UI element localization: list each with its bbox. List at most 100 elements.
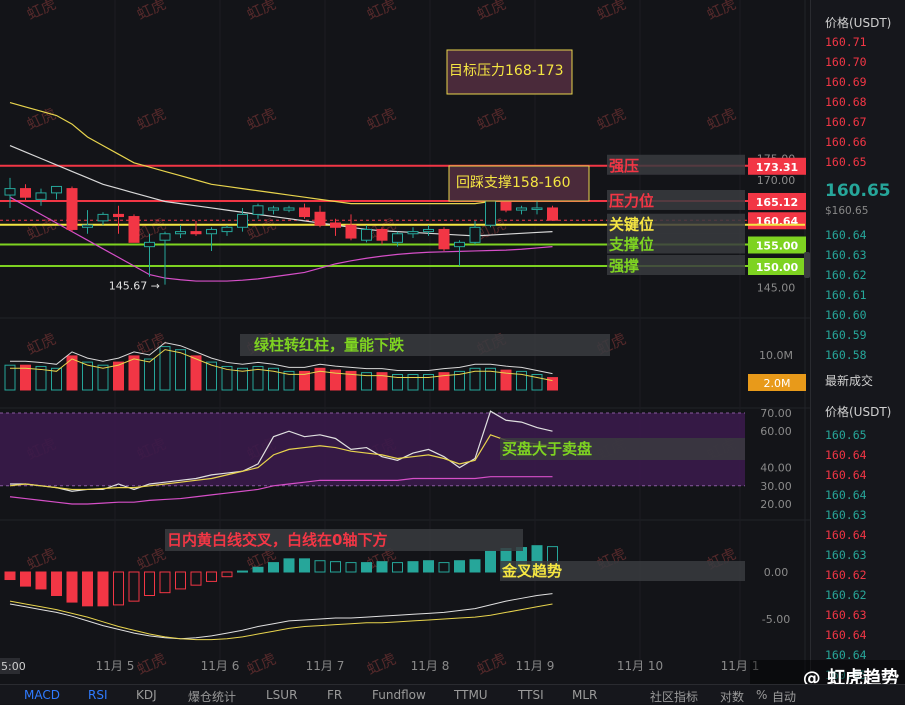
candle-body bbox=[175, 231, 186, 235]
macd-hist-bar bbox=[252, 566, 264, 573]
volume-bar bbox=[190, 355, 202, 391]
watermark: 虹虎 bbox=[594, 105, 629, 134]
ask-row[interactable]: 160.66 bbox=[825, 135, 867, 149]
toolbar-option-3[interactable]: 自动 bbox=[772, 688, 796, 705]
candle-body bbox=[190, 231, 202, 235]
toolbar-tab-爆仓统计[interactable]: 爆仓统计 bbox=[188, 688, 236, 705]
level-price: 155.00 bbox=[756, 240, 799, 253]
macd-hist-bar bbox=[35, 571, 47, 590]
volume-axis-label: 10.0M bbox=[759, 349, 793, 362]
ask-row[interactable]: 160.71 bbox=[825, 35, 867, 49]
candle-body bbox=[407, 231, 419, 235]
watermark: 虹虎 bbox=[24, 330, 59, 359]
trade-row: 160.64 bbox=[825, 468, 867, 482]
x-tick-label: 11月 7 bbox=[306, 659, 345, 673]
toolbar-tab-lsur[interactable]: LSUR bbox=[266, 688, 297, 702]
watermark: 虹虎 bbox=[244, 105, 279, 134]
bid-row[interactable]: 160.63 bbox=[825, 248, 867, 262]
ask-row[interactable]: 160.68 bbox=[825, 95, 867, 109]
watermark: 虹虎 bbox=[24, 0, 59, 24]
watermark: 虹虎 bbox=[134, 0, 169, 24]
bid-row[interactable]: 160.64 bbox=[825, 228, 867, 242]
candle-body bbox=[51, 185, 62, 194]
watermark: 虹虎 bbox=[244, 215, 279, 244]
macd-hist-bar bbox=[175, 571, 186, 590]
mark-price: $160.65 bbox=[825, 205, 869, 217]
candle-body bbox=[128, 216, 140, 243]
macd-dea-line bbox=[9, 600, 553, 641]
bid-row[interactable]: 160.58 bbox=[825, 348, 867, 362]
macd-hist-bar bbox=[299, 558, 310, 573]
main-chart[interactable]: 11月 5 11月 6 11月 7 11月 8 11月 9 11月 10 11月 15:00… bbox=[0, 0, 810, 684]
macd-hist-bar bbox=[469, 559, 481, 573]
macd-hist-bar bbox=[20, 571, 31, 587]
bid-row[interactable]: 160.62 bbox=[825, 268, 867, 282]
macd-hist-bar bbox=[485, 550, 496, 573]
level-name: 支撑位 bbox=[608, 236, 654, 254]
toolbar-tab-ttsi[interactable]: TTSI bbox=[518, 688, 544, 702]
watermark: 虹虎 bbox=[594, 0, 629, 24]
ask-row[interactable]: 160.69 bbox=[825, 75, 867, 89]
watermark: 虹虎 bbox=[474, 650, 509, 679]
macd-hist-bar bbox=[376, 561, 388, 573]
ask-row[interactable]: 160.67 bbox=[825, 115, 867, 129]
macd-hist-bar bbox=[82, 571, 93, 607]
candle-body bbox=[252, 205, 264, 215]
pullback-box-label: 回踩支撑158-160 bbox=[456, 175, 571, 191]
toolbar-tab-macd[interactable]: MACD bbox=[24, 688, 60, 702]
candle-body bbox=[113, 213, 124, 218]
candle-body bbox=[283, 207, 295, 211]
macd-hist-bar bbox=[97, 571, 109, 607]
x-tick-label: 11月 9 bbox=[516, 659, 555, 673]
toolbar-tab-fundflow[interactable]: Fundflow bbox=[372, 688, 426, 702]
volume-note: 绿柱转红柱，量能下跌 bbox=[254, 336, 405, 354]
toolbar-option-2[interactable]: % bbox=[756, 688, 767, 702]
candle-body bbox=[454, 241, 465, 248]
macd-hist-bar bbox=[314, 560, 326, 573]
ask-row[interactable]: 160.70 bbox=[825, 55, 867, 69]
trade-row: 160.65 bbox=[825, 428, 867, 442]
macd-hist-bar bbox=[159, 571, 171, 594]
rsi-tick: 60.00 bbox=[760, 425, 792, 438]
watermark: 虹虎 bbox=[364, 0, 399, 24]
volume-current: 2.0M bbox=[764, 377, 791, 390]
toolbar-option-1[interactable]: 对数 bbox=[720, 688, 744, 705]
macd-hist-bar bbox=[423, 560, 434, 573]
trades-title[interactable]: 最新成交 bbox=[825, 372, 873, 389]
trade-row: 160.63 bbox=[825, 508, 867, 522]
bid-row[interactable]: 160.59 bbox=[825, 328, 867, 342]
macd-hist-bar bbox=[361, 562, 372, 573]
candle-body bbox=[66, 188, 78, 230]
candle-body bbox=[237, 213, 248, 228]
macd-tick: 0.00 bbox=[764, 566, 789, 579]
toolbar-tab-fr[interactable]: FR bbox=[327, 688, 342, 702]
candle-body bbox=[82, 224, 93, 228]
candle-body bbox=[376, 228, 388, 241]
volume-bar bbox=[4, 364, 16, 391]
ask-row[interactable]: 160.65 bbox=[825, 155, 867, 169]
macd-hist-bar bbox=[330, 561, 341, 573]
rsi-tick: 20.00 bbox=[760, 498, 792, 511]
toolbar-option-0[interactable]: 社区指标 bbox=[650, 688, 698, 705]
rsi-tick: 70.00 bbox=[760, 407, 792, 420]
candle-body bbox=[221, 226, 233, 233]
toolbar-tab-kdj[interactable]: KDJ bbox=[136, 688, 157, 702]
trade-row: 160.63 bbox=[825, 608, 867, 622]
candle-body bbox=[361, 228, 372, 241]
target-box-label: 目标压力168-173 bbox=[449, 63, 564, 79]
macd-hist-bar bbox=[206, 571, 217, 582]
watermark: 虹虎 bbox=[134, 545, 169, 574]
bid-row[interactable]: 160.61 bbox=[825, 288, 867, 302]
macd-hist-bar bbox=[4, 571, 16, 581]
level-name: 强压 bbox=[609, 157, 639, 175]
toolbar-tab-mlr[interactable]: MLR bbox=[572, 688, 597, 702]
toolbar-tab-ttmu[interactable]: TTMU bbox=[454, 688, 488, 702]
toolbar-tab-rsi[interactable]: RSI bbox=[88, 688, 108, 702]
last-price: 160.65 bbox=[825, 181, 891, 201]
bid-row[interactable]: 160.60 bbox=[825, 308, 867, 322]
level-price: 165.12 bbox=[756, 196, 798, 209]
candle-body bbox=[299, 207, 310, 218]
macd-hist-bar bbox=[345, 562, 357, 573]
watermark: 虹虎 bbox=[704, 105, 739, 134]
macd-hist-bar bbox=[283, 558, 295, 573]
